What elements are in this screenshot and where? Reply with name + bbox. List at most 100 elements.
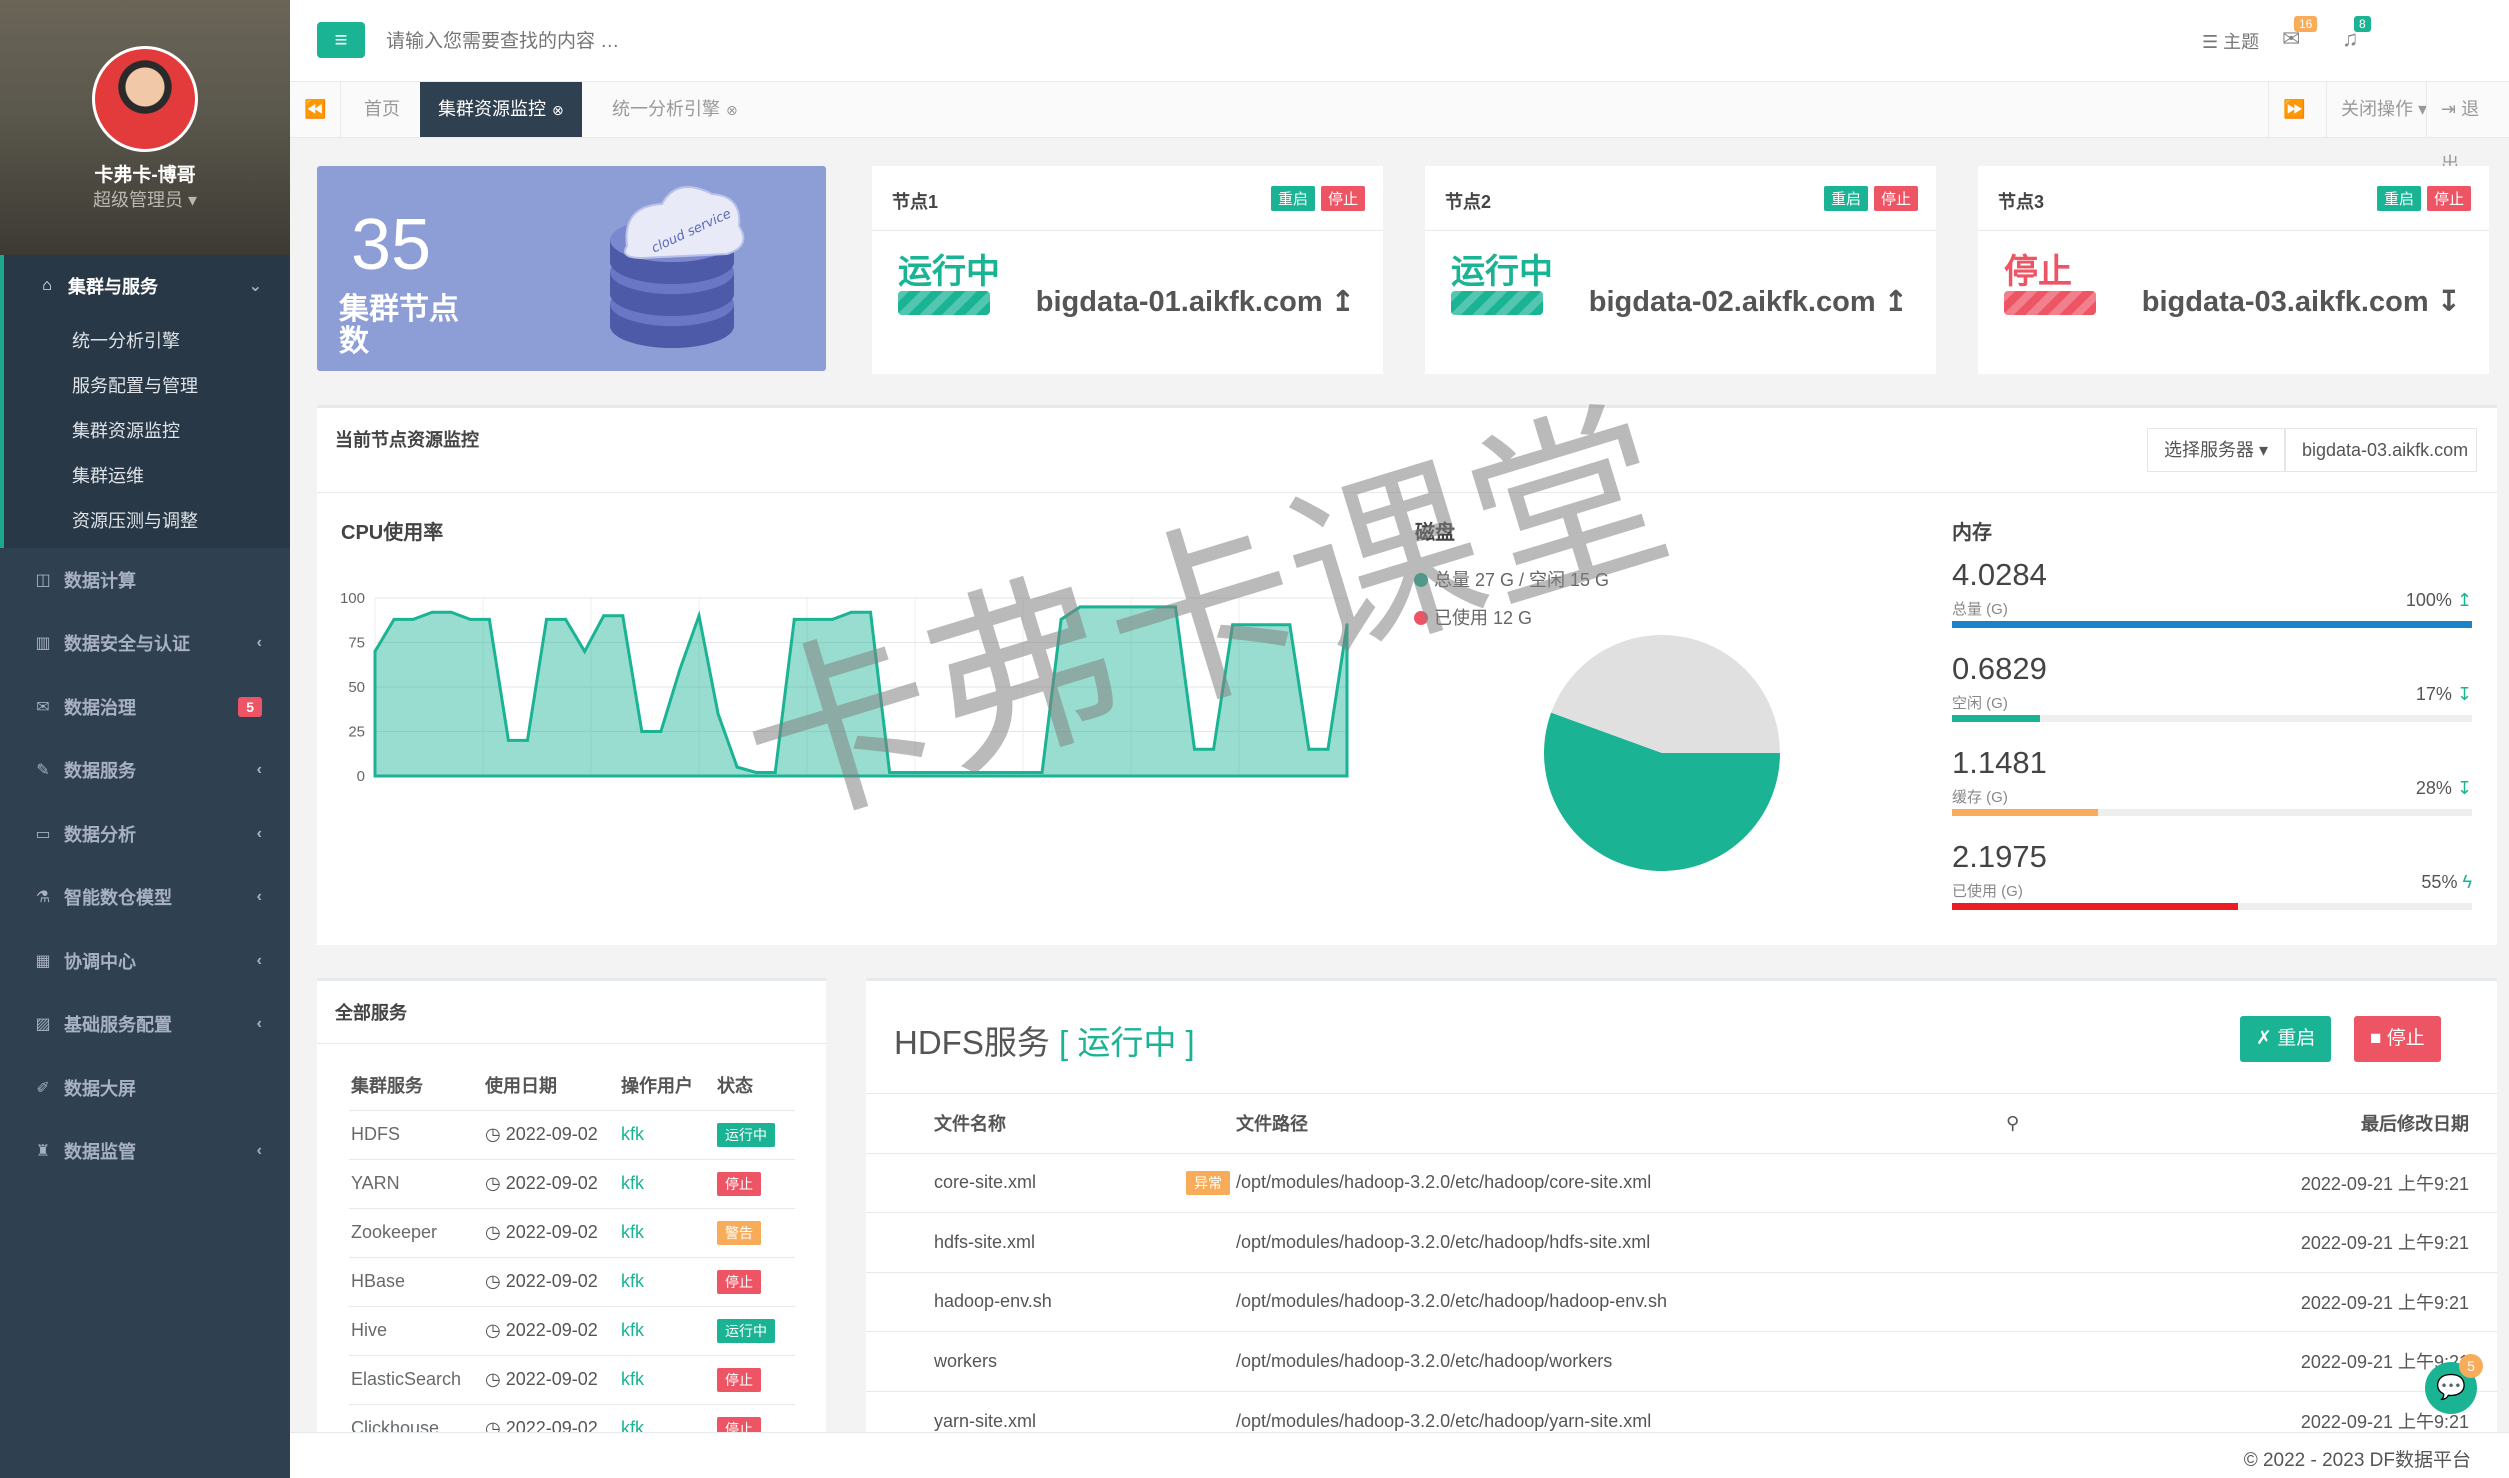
user-role-dropdown[interactable]: 超级管理员 ▾ bbox=[0, 186, 290, 212]
service-user[interactable]: kfk bbox=[619, 1109, 715, 1159]
sidebar-item[interactable]: ▨ 基础服务配置 ‹ bbox=[0, 993, 290, 1057]
node-restart-button[interactable]: 重启 bbox=[1270, 186, 1315, 211]
chat-button[interactable]: 💬 5 bbox=[2425, 1354, 2483, 1414]
tab-scroll-right-button[interactable]: ⏩ bbox=[2268, 82, 2319, 137]
service-user[interactable]: kfk bbox=[619, 1354, 715, 1404]
sidebar-sub-item[interactable]: 服务配置与管理 bbox=[4, 362, 290, 407]
table-row[interactable]: ElasticSearch ◷ 2022-09-02 kfk 停止 bbox=[349, 1354, 795, 1404]
chevron-left-icon: ‹ bbox=[256, 761, 262, 779]
memory-progress-track bbox=[1952, 903, 2472, 910]
status-badge: 运行中 bbox=[717, 1318, 775, 1343]
sidebar-item[interactable]: ▥ 数据安全与认证 ‹ bbox=[0, 612, 290, 676]
bell-icon[interactable]: ♫ 8 bbox=[2342, 16, 2371, 52]
sidebar-item[interactable]: ✐ 数据大屏 bbox=[0, 1056, 290, 1120]
user-link[interactable]: kfk bbox=[621, 1369, 644, 1389]
memory-progress-track bbox=[1952, 715, 2472, 722]
memory-progress-track bbox=[1952, 621, 2472, 628]
node-title: 节点1 bbox=[892, 192, 939, 212]
tab-cluster-monitor[interactable]: 集群资源监控 ⊗ bbox=[420, 82, 582, 137]
cpu-point bbox=[564, 617, 568, 621]
tab-scroll-left-button[interactable]: ⏪ bbox=[290, 82, 342, 137]
sidebar-item[interactable]: ♜ 数据监管 ‹ bbox=[0, 1120, 290, 1184]
cpu-point bbox=[1269, 623, 1273, 627]
mail-icon[interactable]: ✉ 16 bbox=[2282, 16, 2318, 52]
table-row[interactable]: Zookeeper ◷ 2022-09-02 kfk 警告 bbox=[349, 1207, 795, 1257]
memory-row: 1.1481 缓存 (G) 28% ↧ bbox=[1952, 745, 2472, 837]
sidebar-item[interactable]: ◫ 数据计算 bbox=[0, 548, 290, 612]
sidebar-item[interactable]: ✎ 数据服务 ‹ bbox=[0, 739, 290, 803]
table-row[interactable]: Clickhouse ◷ 2022-09-02 kfk 停止 bbox=[349, 1403, 795, 1432]
cpu-point bbox=[411, 617, 415, 621]
user-link[interactable]: kfk bbox=[621, 1418, 644, 1432]
close-icon[interactable]: ⊗ bbox=[552, 102, 564, 118]
table-row[interactable]: HDFS ◷ 2022-09-02 kfk 运行中 bbox=[349, 1109, 795, 1159]
theme-button[interactable]: ☰ 主题 bbox=[2202, 28, 2259, 54]
node-restart-button[interactable]: 重启 bbox=[2376, 186, 2421, 211]
service-user[interactable]: kfk bbox=[619, 1403, 715, 1432]
table-row[interactable]: Hive ◷ 2022-09-02 kfk 运行中 bbox=[349, 1305, 795, 1355]
close-icon[interactable]: ⊗ bbox=[726, 102, 738, 118]
service-user[interactable]: kfk bbox=[619, 1158, 715, 1208]
user-link[interactable]: kfk bbox=[621, 1320, 644, 1340]
user-link[interactable]: kfk bbox=[621, 1271, 644, 1291]
node-stop-button[interactable]: 停止 bbox=[1320, 186, 1365, 211]
node-restart-button[interactable]: 重启 bbox=[1823, 186, 1868, 211]
menu-toggle-button[interactable]: ≡ bbox=[317, 22, 365, 58]
sidebar-sub-item[interactable]: 统一分析引擎 bbox=[4, 317, 290, 362]
bell-count-badge: 8 bbox=[2354, 16, 2371, 32]
hdfs-restart-button[interactable]: ✗ 重启 bbox=[2240, 1016, 2332, 1062]
wrench-icon: ✗ bbox=[2256, 1028, 2272, 1049]
disk-legend-free: 总量 27 G / 空闲 15 G bbox=[1414, 566, 1609, 592]
close-ops-dropdown[interactable]: 关闭操作 ▾ bbox=[2326, 82, 2441, 137]
hdfs-stop-button[interactable]: ■ 停止 bbox=[2354, 1016, 2441, 1062]
divider bbox=[317, 1043, 826, 1044]
table-row[interactable]: core-site.xml 异常 /opt/modules/hadoop-3.2.… bbox=[866, 1152, 2497, 1213]
service-user[interactable]: kfk bbox=[619, 1207, 715, 1257]
file-extra bbox=[2006, 1390, 2206, 1432]
node-stop-button[interactable]: 停止 bbox=[1873, 186, 1918, 211]
select-server-button[interactable]: 选择服务器 ▾ bbox=[2146, 428, 2285, 472]
sidebar-item[interactable]: ▭ 数据分析 ‹ bbox=[0, 802, 290, 866]
nav-icon: ▦ bbox=[35, 952, 51, 970]
user-name[interactable]: 卡弗卡-博哥 bbox=[0, 160, 290, 187]
tab-analysis-engine[interactable]: 统一分析引擎 ⊗ bbox=[594, 82, 756, 137]
sidebar-sub-item[interactable]: 集群资源监控 bbox=[4, 407, 290, 452]
cpu-point bbox=[1212, 747, 1216, 751]
user-link[interactable]: kfk bbox=[621, 1124, 644, 1144]
table-row[interactable]: YARN ◷ 2022-09-02 kfk 停止 bbox=[349, 1158, 795, 1208]
cpu-point bbox=[1097, 605, 1101, 609]
cpu-point bbox=[792, 617, 796, 621]
memory-title: 内存 bbox=[1952, 522, 1992, 544]
clock-icon: ◷ bbox=[485, 1320, 501, 1340]
cpu-point bbox=[640, 730, 644, 733]
nav-icon: ▥ bbox=[35, 635, 51, 653]
clock-icon: ◷ bbox=[485, 1222, 501, 1242]
selected-server-input[interactable]: bigdata-03.aikfk.com bbox=[2285, 428, 2477, 472]
node-stop-button[interactable]: 停止 bbox=[2426, 186, 2471, 211]
service-user[interactable]: kfk bbox=[619, 1256, 715, 1306]
sidebar-item[interactable]: ▦ 协调中心 ‹ bbox=[0, 929, 290, 993]
node-host: bigdata-01.aikfk.com ↥ bbox=[1035, 286, 1355, 318]
sidebar-item[interactable]: ✉ 数据治理 5 bbox=[0, 675, 290, 739]
service-user[interactable]: kfk bbox=[619, 1305, 715, 1355]
sidebar-item[interactable]: ⚗ 智能数仓模型 ‹ bbox=[0, 866, 290, 930]
sidebar-sub-item[interactable]: 资源压测与调整 bbox=[4, 497, 290, 542]
nav-cluster-services[interactable]: ⌂ 集群与服务 ⌄ bbox=[4, 255, 290, 317]
search-input[interactable] bbox=[386, 26, 1086, 58]
memory-percent: 55% ϟ bbox=[2421, 872, 2472, 892]
tab-home[interactable]: 首页 bbox=[346, 82, 418, 137]
table-row[interactable]: hdfs-site.xml /opt/modules/hadoop-3.2.0/… bbox=[866, 1212, 2497, 1272]
table-row[interactable]: hadoop-env.sh /opt/modules/hadoop-3.2.0/… bbox=[866, 1271, 2497, 1332]
cpu-point bbox=[602, 614, 606, 618]
table-row[interactable]: HBase ◷ 2022-09-02 kfk 停止 bbox=[349, 1256, 795, 1306]
table-row[interactable]: yarn-site.xml /opt/modules/hadoop-3.2.0/… bbox=[866, 1390, 2497, 1432]
chevron-down-icon: ⌄ bbox=[248, 278, 262, 295]
logout-button[interactable]: ⇥ 退出 bbox=[2426, 82, 2509, 174]
clock-icon: ◷ bbox=[485, 1124, 501, 1144]
user-link[interactable]: kfk bbox=[621, 1222, 644, 1242]
table-row[interactable]: workers /opt/modules/hadoop-3.2.0/etc/ha… bbox=[866, 1331, 2497, 1391]
avatar[interactable] bbox=[92, 46, 198, 152]
user-link[interactable]: kfk bbox=[621, 1173, 644, 1193]
sidebar-sub-item[interactable]: 集群运维 bbox=[4, 452, 290, 497]
cpu-point bbox=[849, 610, 853, 614]
